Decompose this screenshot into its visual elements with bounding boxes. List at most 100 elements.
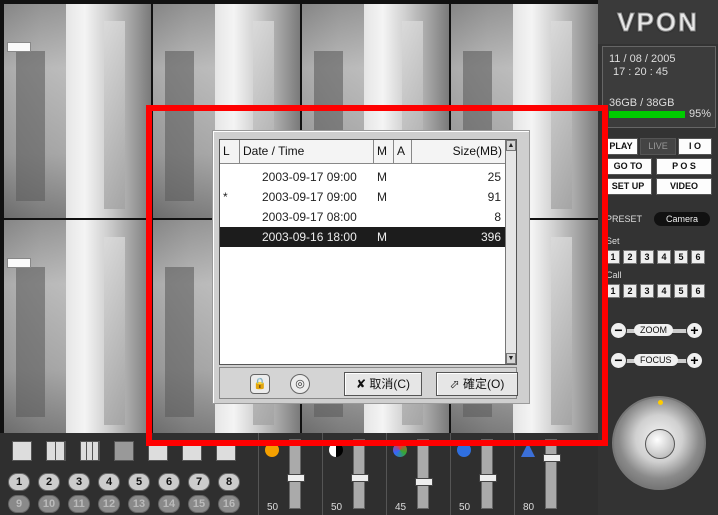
list-header: L Date / Time M A Size(MB) [220, 140, 507, 164]
joystick-knob[interactable] [645, 429, 675, 459]
play-button[interactable]: PLAY [604, 138, 638, 155]
channel-button-7[interactable]: 7 [188, 473, 210, 491]
sharpness-value: 80 [523, 502, 535, 513]
slider-rail[interactable] [543, 439, 561, 509]
channel-button-4[interactable]: 4 [98, 473, 120, 491]
focus-near-button[interactable]: − [610, 352, 627, 369]
channel-button-13[interactable]: 13 [128, 495, 150, 513]
brightness-value: 50 [267, 502, 279, 513]
io-button[interactable]: I O [678, 138, 712, 155]
row-motion: M [377, 170, 387, 184]
col-datetime[interactable]: Date / Time [240, 140, 374, 163]
time-text: 17 : 20 : 45 [613, 66, 669, 78]
preset-set-5[interactable]: 5 [674, 250, 688, 264]
channel-button-2[interactable]: 2 [38, 473, 60, 491]
bottom-control-bar: 1 2 3 4 5 6 7 8 9 10 11 12 13 14 15 16 5… [0, 433, 598, 515]
preset-call-1[interactable]: 1 [606, 284, 620, 298]
table-row-selected[interactable]: 2003-09-16 18:00 M 396 [220, 227, 507, 247]
camera-tile[interactable] [4, 4, 151, 218]
color-slider[interactable]: 45 [386, 433, 444, 515]
ptz-joystick[interactable] [612, 396, 706, 490]
slider-rail[interactable] [287, 439, 305, 509]
preset-call-2[interactable]: 2 [623, 284, 637, 298]
live-button[interactable]: LIVE [640, 138, 676, 155]
preset-call-6[interactable]: 6 [691, 284, 705, 298]
channel-button-14[interactable]: 14 [158, 495, 180, 513]
row-datetime: 2003-09-16 18:00 [262, 230, 357, 244]
sequence-icon[interactable] [216, 441, 236, 461]
focus-far-button[interactable]: + [686, 352, 703, 369]
channel-button-10[interactable]: 10 [38, 495, 60, 513]
table-row[interactable]: 2003-09-17 08:00 8 [220, 207, 507, 227]
channel-button-5[interactable]: 5 [128, 473, 150, 491]
preset-set-6[interactable]: 6 [691, 250, 705, 264]
col-size[interactable]: Size(MB) [412, 140, 507, 163]
channel-button-11[interactable]: 11 [68, 495, 90, 513]
preset-set-4[interactable]: 4 [657, 250, 671, 264]
layout-sixteen-icon[interactable] [114, 441, 134, 461]
channel-button-1[interactable]: 1 [8, 473, 30, 491]
disk-usage-bar [609, 111, 685, 118]
cancel-button[interactable]: ✘ 取消(C) [344, 372, 422, 396]
slider-rail[interactable] [351, 439, 369, 509]
pos-button[interactable]: P O S [656, 158, 712, 175]
focus-control: − FOCUS + [610, 352, 704, 370]
saturation-slider[interactable]: 50 [450, 433, 508, 515]
list-scrollbar[interactable]: ▲ ▼ [505, 140, 516, 364]
lock-icon[interactable]: 🔒 [250, 374, 270, 394]
row-alarm [394, 227, 412, 247]
zoom-label: ZOOM [634, 324, 673, 336]
row-size: 8 [494, 210, 501, 224]
contrast-slider[interactable]: 50 [322, 433, 380, 515]
next-page-icon[interactable] [182, 441, 202, 461]
date-text: 11 / 08 / 2005 [609, 53, 676, 65]
video-button[interactable]: VIDEO [656, 178, 712, 195]
row-lock [220, 207, 240, 227]
brightness-slider[interactable]: 50 [258, 433, 316, 515]
set-label: Set [606, 236, 620, 246]
preset-call-5[interactable]: 5 [674, 284, 688, 298]
preset-call-3[interactable]: 3 [640, 284, 654, 298]
brightness-icon [265, 443, 279, 457]
zoom-out-button[interactable]: − [610, 322, 627, 339]
disk-usage-text: 36GB / 38GB [609, 97, 675, 109]
col-alarm[interactable]: A [394, 140, 412, 163]
ok-button[interactable]: ⬀ 確定(O) [436, 372, 518, 396]
setup-button[interactable]: SET UP [604, 178, 652, 195]
channel-button-12[interactable]: 12 [98, 495, 120, 513]
layout-nine-icon[interactable] [80, 441, 100, 461]
sharpness-slider[interactable]: 80 [514, 433, 572, 515]
preset-call-4[interactable]: 4 [657, 284, 671, 298]
row-lock: * [223, 190, 228, 204]
channel-button-9[interactable]: 9 [8, 495, 30, 513]
prev-page-icon[interactable] [148, 441, 168, 461]
zoom-in-button[interactable]: + [686, 322, 703, 339]
channel-button-6[interactable]: 6 [158, 473, 180, 491]
preset-set-1[interactable]: 1 [606, 250, 620, 264]
playback-list-dialog: L Date / Time M A Size(MB) 2003-09-17 09… [212, 130, 530, 404]
channel-button-15[interactable]: 15 [188, 495, 210, 513]
table-row[interactable]: * 2003-09-17 09:00 M 91 [220, 187, 507, 207]
camera-tile[interactable] [4, 220, 151, 434]
slider-rail[interactable] [479, 439, 497, 509]
recording-list[interactable]: L Date / Time M A Size(MB) 2003-09-17 09… [219, 139, 517, 365]
col-motion[interactable]: M [374, 140, 394, 163]
layout-single-icon[interactable] [12, 441, 32, 461]
channel-button-3[interactable]: 3 [68, 473, 90, 491]
disc-icon[interactable]: ◎ [290, 374, 310, 394]
channel-button-16[interactable]: 16 [218, 495, 240, 513]
layout-quad-icon[interactable] [46, 441, 66, 461]
slider-rail[interactable] [415, 439, 433, 509]
row-datetime: 2003-09-17 09:00 [262, 170, 357, 184]
table-row[interactable]: 2003-09-17 09:00 M 25 [220, 167, 507, 187]
goto-button[interactable]: GO TO [604, 158, 652, 175]
preset-set-3[interactable]: 3 [640, 250, 654, 264]
scroll-up-icon[interactable]: ▲ [506, 140, 516, 151]
scroll-down-icon[interactable]: ▼ [506, 353, 516, 364]
preset-set-2[interactable]: 2 [623, 250, 637, 264]
saturation-icon [457, 443, 471, 457]
channel-button-8[interactable]: 8 [218, 473, 240, 491]
row-motion: M [377, 190, 387, 204]
col-lock[interactable]: L [220, 140, 240, 163]
camera-button[interactable]: Camera [654, 212, 710, 226]
